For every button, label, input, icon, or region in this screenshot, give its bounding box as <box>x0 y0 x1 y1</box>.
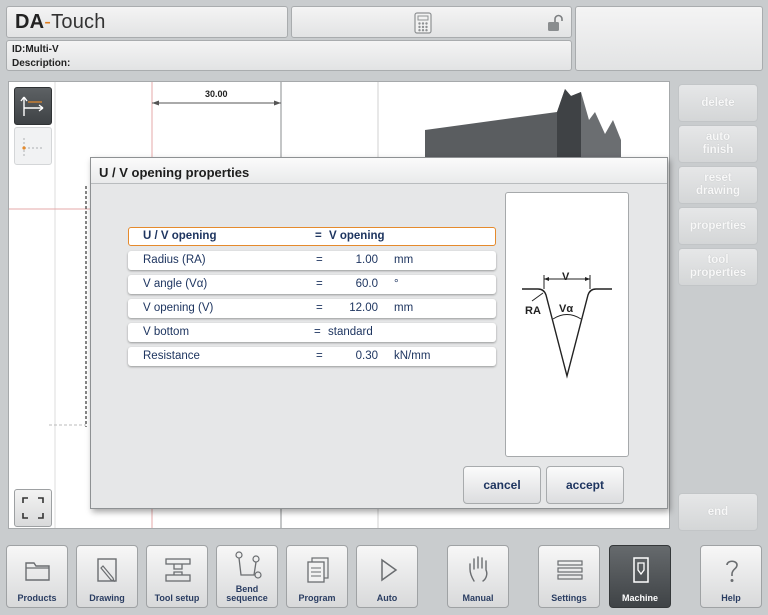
calculator-icon[interactable] <box>414 12 432 34</box>
row-label: U / V opening <box>143 230 217 242</box>
nav-label: Settings <box>551 593 587 603</box>
nav-auto[interactable]: Auto <box>356 545 418 608</box>
axis-lines-icon <box>20 96 44 116</box>
nav-help[interactable]: Help <box>700 545 762 608</box>
row-eq: = <box>316 254 323 266</box>
tool-preview-top <box>425 112 557 160</box>
program-description: Description: <box>12 58 71 69</box>
row-value: standard <box>328 326 373 338</box>
program-icon <box>307 557 329 583</box>
row-v-angle[interactable]: V angle (Vα) = 60.0 ° <box>128 275 496 294</box>
uv-opening-dialog: U / V opening properties U / V opening =… <box>90 157 668 509</box>
delete-button[interactable]: delete <box>678 84 758 122</box>
v-die-illustration <box>522 275 612 379</box>
tool-preview-front <box>557 89 581 160</box>
reset-drawing-button[interactable]: reset drawing <box>678 166 758 204</box>
dimension-arrow-right <box>274 100 281 106</box>
tool-setup-icon <box>165 558 191 582</box>
help-icon <box>726 560 738 582</box>
settings-list-icon <box>557 560 583 580</box>
row-unit: mm <box>394 254 414 266</box>
accept-button[interactable]: accept <box>546 466 624 504</box>
dotted-axis-icon <box>22 137 43 156</box>
properties-button[interactable]: properties <box>678 207 758 245</box>
auto-finish-button[interactable]: auto finish <box>678 125 758 163</box>
nav-machine[interactable]: Machine <box>609 545 671 608</box>
row-radius[interactable]: Radius (RA) = 1.00 mm <box>128 251 496 270</box>
row-eq: = <box>315 230 322 242</box>
nav-label: Auto <box>376 593 398 603</box>
row-uv-opening[interactable]: U / V opening = V opening <box>128 227 496 246</box>
nav-label: Tool setup <box>154 593 200 603</box>
nav-bend-sequence[interactable]: Bend sequence <box>216 545 278 608</box>
diagram-label-v: V <box>562 271 570 283</box>
app-logo: DA-Touch <box>15 11 106 33</box>
draw-mode-button[interactable] <box>14 87 52 125</box>
pencil-icon <box>97 558 117 582</box>
right-header-panel <box>575 6 763 71</box>
row-label: V angle (Vα) <box>143 278 208 290</box>
status-panel <box>291 6 572 38</box>
v-opening-diagram: V RA Vα <box>505 192 629 457</box>
nav-settings[interactable]: Settings <box>538 545 600 608</box>
row-label: V opening (V) <box>143 302 214 314</box>
row-unit: mm <box>394 302 414 314</box>
folder-icon <box>25 562 50 581</box>
cancel-button[interactable]: cancel <box>463 466 541 504</box>
nav-label: Manual <box>462 593 494 603</box>
row-eq: = <box>314 326 321 338</box>
dimension-arrow-left <box>152 100 159 106</box>
dimension-mode-button[interactable] <box>14 127 52 165</box>
nav-label: Help <box>721 593 741 603</box>
bend-sequence-icon <box>235 551 262 579</box>
row-value: 12.00 <box>349 302 378 314</box>
nav-products[interactable]: Products <box>6 545 68 608</box>
row-eq: = <box>316 302 323 314</box>
dimension-label: 30.00 <box>205 89 228 99</box>
row-resistance[interactable]: Resistance = 0.30 kN/mm <box>128 347 496 366</box>
nav-label: Bend sequence <box>226 584 268 603</box>
row-label: V bottom <box>143 326 190 338</box>
nav-drawing[interactable]: Drawing <box>76 545 138 608</box>
nav-label: Program <box>298 593 336 603</box>
fit-to-screen-icon <box>22 497 44 519</box>
machine-icon <box>633 557 649 583</box>
row-v-bottom[interactable]: V bottom = standard <box>128 323 496 342</box>
row-unit: ° <box>394 278 399 290</box>
dialog-title: U / V opening properties <box>91 158 667 184</box>
row-unit: kN/mm <box>394 350 431 362</box>
row-value: 1.00 <box>355 254 378 266</box>
nav-label: Drawing <box>89 593 125 603</box>
row-label: Radius (RA) <box>143 254 206 266</box>
nav-label: Machine <box>621 593 658 603</box>
end-button[interactable]: end <box>678 493 758 531</box>
row-eq: = <box>316 350 323 362</box>
row-eq: = <box>316 278 323 290</box>
tool-properties-button[interactable]: tool properties <box>678 248 758 286</box>
diagram-label-ra: RA <box>525 305 541 317</box>
row-value: V opening <box>329 230 385 242</box>
play-icon <box>381 558 398 582</box>
row-value: 0.30 <box>355 350 378 362</box>
nav-manual[interactable]: Manual <box>447 545 509 608</box>
zoom-fit-button[interactable] <box>14 489 52 527</box>
row-label: Resistance <box>143 350 200 362</box>
row-value: 60.0 <box>355 278 378 290</box>
logo-panel: DA-Touch <box>6 6 288 38</box>
row-v-opening[interactable]: V opening (V) = 12.00 mm <box>128 299 496 318</box>
nav-label: Products <box>17 593 57 603</box>
unlock-icon[interactable] <box>546 14 564 32</box>
nav-tool-setup[interactable]: Tool setup <box>146 545 208 608</box>
program-id: ID:Multi-V <box>12 44 59 55</box>
program-info-panel: ID:Multi-V Description: <box>6 40 572 71</box>
nav-program[interactable]: Program <box>286 545 348 608</box>
diagram-label-valpha: Vα <box>559 303 574 315</box>
hand-icon <box>469 556 488 582</box>
